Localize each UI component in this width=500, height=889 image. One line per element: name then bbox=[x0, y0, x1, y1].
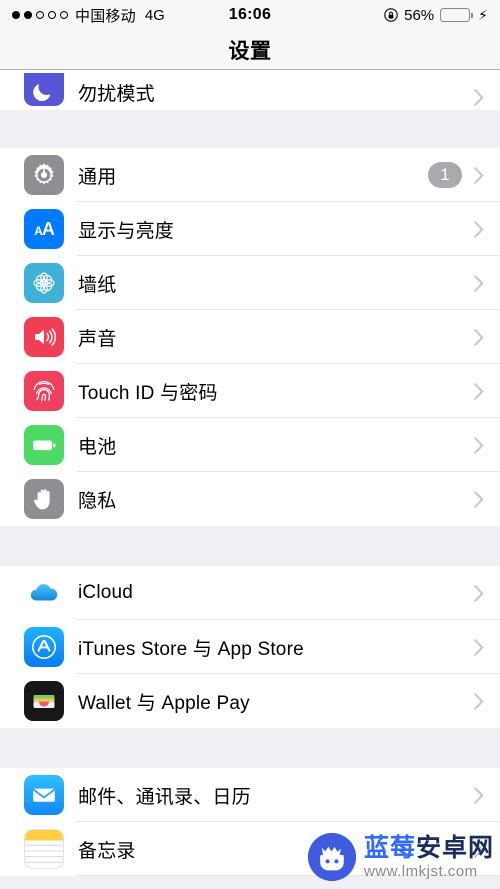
settings-row-do-not-disturb[interactable]: 勿扰模式 bbox=[0, 70, 500, 110]
notes-icon bbox=[24, 829, 64, 869]
settings-row-label: 声音 bbox=[78, 328, 117, 350]
settings-row-accessory bbox=[474, 638, 484, 656]
settings-row-accessory bbox=[474, 786, 484, 804]
chevron-right-icon bbox=[474, 382, 484, 400]
settings-row-label: iTunes Store 与 App Store bbox=[78, 638, 304, 660]
signal-dot-4 bbox=[48, 11, 56, 19]
chevron-right-icon bbox=[474, 328, 484, 346]
settings-row-general[interactable]: 通用 1 bbox=[0, 148, 500, 202]
signal-strength-dots bbox=[12, 11, 68, 19]
settings-group-accounts: iCloud iTunes Store 与 App Store Wallet 与… bbox=[0, 566, 500, 728]
battery-settings-icon bbox=[24, 425, 64, 465]
app-store-icon bbox=[24, 627, 64, 667]
settings-row-display-brightness[interactable]: AA 显示与亮度 bbox=[0, 202, 500, 256]
privacy-hand-icon bbox=[24, 479, 64, 519]
settings-row-mail-contacts-calendars[interactable]: 邮件、通讯录、日历 bbox=[0, 768, 500, 822]
settings-row-accessory bbox=[474, 382, 484, 400]
settings-row-wallpaper[interactable]: 墙纸 bbox=[0, 256, 500, 310]
status-bar: 中国移动 4G 16:06 56% ⚡ bbox=[0, 0, 500, 30]
settings-row-label: 隐私 bbox=[78, 490, 117, 512]
settings-row-wallet-apple-pay[interactable]: Wallet 与 Apple Pay bbox=[0, 674, 500, 728]
android-robot-logo bbox=[307, 833, 356, 881]
settings-row-accessory: 1 bbox=[428, 162, 484, 188]
settings-group-clipped: 勿扰模式 bbox=[0, 70, 500, 110]
settings-row-accessory bbox=[474, 89, 484, 106]
settings-row-accessory bbox=[474, 692, 484, 710]
settings-row-battery[interactable]: 电池 bbox=[0, 418, 500, 472]
settings-row-accessory bbox=[474, 220, 484, 238]
signal-dot-3 bbox=[36, 11, 44, 19]
group-gap-1 bbox=[0, 110, 500, 148]
site-watermark: 蓝莓安卓网 www.lmkjst.com bbox=[307, 833, 494, 881]
chevron-right-icon bbox=[474, 638, 484, 656]
rotation-lock-icon bbox=[384, 8, 398, 22]
chevron-right-icon bbox=[474, 89, 484, 106]
status-badge: 1 bbox=[428, 162, 462, 188]
chevron-right-icon bbox=[474, 166, 484, 184]
watermark-brand: 蓝莓安卓网 bbox=[363, 833, 494, 862]
navigation-bar: 设置 bbox=[0, 30, 500, 70]
charging-bolt-icon: ⚡ bbox=[478, 7, 488, 23]
settings-row-touch-id[interactable]: Touch ID 与密码 bbox=[0, 364, 500, 418]
wallpaper-icon bbox=[24, 263, 64, 303]
watermark-url: www.lmkjst.com bbox=[363, 862, 478, 880]
settings-group-device: 通用 1 AA 显示与亮度 墙纸 声音 Touch ID 与密码 电池 隐私 bbox=[0, 148, 500, 526]
status-bar-right: 56% ⚡ bbox=[384, 7, 488, 24]
settings-row-itunes-app-store[interactable]: iTunes Store 与 App Store bbox=[0, 620, 500, 674]
chevron-right-icon bbox=[474, 436, 484, 454]
settings-row-label: 墙纸 bbox=[78, 274, 117, 296]
settings-row-label: 通用 bbox=[78, 166, 117, 188]
settings-row-accessory bbox=[474, 490, 484, 508]
signal-dot-5 bbox=[60, 11, 68, 19]
settings-row-accessory bbox=[474, 436, 484, 454]
settings-row-label: 邮件、通讯录、日历 bbox=[78, 786, 251, 808]
sound-icon bbox=[24, 317, 64, 357]
iphone-settings-screen: 中国移动 4G 16:06 56% ⚡ 设置 勿扰模式 通用 1 AA 显示与亮… bbox=[0, 0, 500, 889]
signal-dot-1 bbox=[12, 11, 20, 19]
group-gap-3 bbox=[0, 728, 500, 768]
aa-glyph: AA bbox=[34, 218, 55, 239]
settings-row-privacy[interactable]: 隐私 bbox=[0, 472, 500, 526]
battery-cap bbox=[471, 13, 474, 18]
settings-row-label: 勿扰模式 bbox=[78, 84, 155, 105]
mail-icon bbox=[24, 775, 64, 815]
do-not-disturb-icon bbox=[24, 73, 64, 106]
settings-row-label: 电池 bbox=[78, 436, 117, 458]
settings-row-label: Touch ID 与密码 bbox=[78, 382, 218, 404]
group-gap-2 bbox=[0, 526, 500, 566]
settings-row-icloud[interactable]: iCloud bbox=[0, 566, 500, 620]
network-type: 4G bbox=[144, 6, 165, 24]
status-bar-left: 中国移动 4G bbox=[12, 5, 165, 26]
settings-list[interactable]: 勿扰模式 通用 1 AA 显示与亮度 墙纸 声音 Touch ID 与密码 电池… bbox=[0, 70, 500, 889]
chevron-right-icon bbox=[474, 274, 484, 292]
chevron-right-icon bbox=[474, 490, 484, 508]
settings-row-label: iCloud bbox=[78, 582, 134, 603]
settings-row-label: 备忘录 bbox=[78, 840, 136, 862]
chevron-right-icon bbox=[474, 220, 484, 238]
chevron-right-icon bbox=[474, 584, 484, 602]
display-brightness-icon: AA bbox=[24, 209, 64, 249]
icloud-icon bbox=[24, 573, 64, 613]
battery-percentage: 56% bbox=[404, 6, 435, 24]
settings-row-accessory bbox=[474, 584, 484, 602]
settings-row-label: Wallet 与 Apple Pay bbox=[78, 692, 250, 714]
touch-id-icon bbox=[24, 371, 64, 411]
wallet-icon bbox=[24, 681, 64, 721]
settings-row-label: 显示与亮度 bbox=[78, 220, 175, 242]
watermark-brand-part1: 蓝莓 bbox=[363, 833, 416, 862]
chevron-right-icon bbox=[474, 692, 484, 710]
gear-icon bbox=[24, 155, 64, 195]
signal-dot-2 bbox=[24, 11, 32, 19]
battery-icon bbox=[440, 8, 474, 22]
settings-row-accessory bbox=[474, 328, 484, 346]
carrier-name: 中国移动 bbox=[75, 7, 136, 25]
settings-row-accessory bbox=[474, 274, 484, 292]
settings-row-sounds[interactable]: 声音 bbox=[0, 310, 500, 364]
watermark-text: 蓝莓安卓网 www.lmkjst.com bbox=[363, 833, 494, 880]
page-title: 设置 bbox=[228, 39, 272, 63]
chevron-right-icon bbox=[474, 786, 484, 804]
watermark-brand-part2: 安卓网 bbox=[415, 833, 494, 862]
